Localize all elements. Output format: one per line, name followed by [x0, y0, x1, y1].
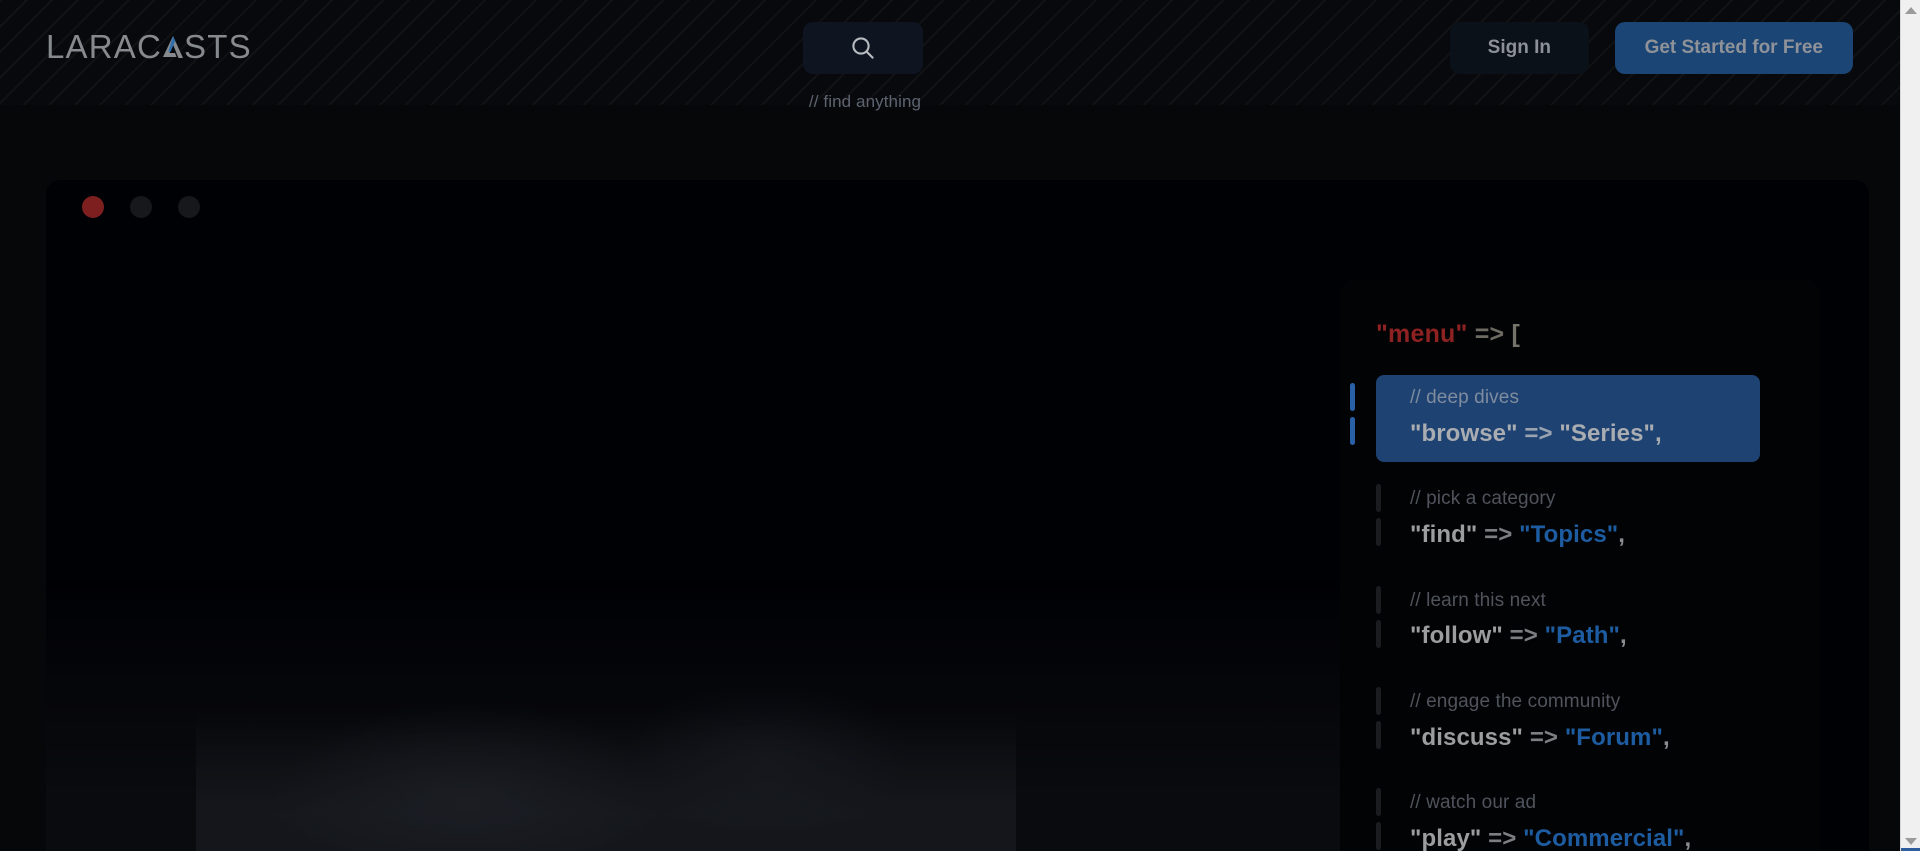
code-menu-list: // deep dives "browse" => "Series", // p… — [1350, 375, 1820, 851]
scrollbar-up-button[interactable] — [1901, 0, 1920, 20]
menu-item-discuss[interactable]: // engage the community "discuss" => "Fo… — [1376, 679, 1760, 766]
menu-item-play[interactable]: // watch our ad "play" => "Commercial", — [1376, 780, 1760, 851]
menu-item-key: "find" — [1410, 520, 1478, 548]
close-dot[interactable] — [82, 196, 104, 218]
code-menu-panel: "menu" => [ // deep dives "browse" => "S… — [1340, 280, 1820, 851]
item-marker-bars — [1350, 383, 1355, 445]
code-menu-arrow: => — [1467, 320, 1512, 348]
sign-in-button[interactable]: Sign In — [1449, 22, 1589, 74]
hero-card: POWER TO THE MODERN DEVELOPER. "menu" =>… — [46, 180, 1869, 851]
hero-headline: POWER TO THE MODERN DEVELOPER. — [141, 395, 1114, 851]
menu-item-code: "browse" => "Series", — [1410, 417, 1760, 452]
search-icon — [850, 35, 876, 61]
menu-item-comment: // learn this next — [1410, 589, 1546, 611]
menu-item-arrow: => — [1517, 419, 1560, 447]
menu-item-find[interactable]: // pick a category "find" => "Topics", — [1376, 476, 1760, 563]
menu-item-code: "find" => "Topics", — [1410, 518, 1760, 553]
triangle-up-icon — [1904, 6, 1917, 14]
get-started-button[interactable]: Get Started for Free — [1614, 22, 1853, 74]
item-marker-bars — [1376, 687, 1381, 750]
menu-item-code: "play" => "Commercial", — [1410, 822, 1760, 851]
menu-item-key: "discuss" — [1410, 723, 1524, 751]
menu-item-key: "play" — [1410, 824, 1482, 851]
menu-item-arrow: => — [1502, 622, 1545, 650]
menu-item-code: "follow" => "Path", — [1410, 619, 1760, 654]
logo-text-prefix: LARAC — [46, 28, 163, 65]
laracasts-logo[interactable]: LARAC STS — [46, 28, 252, 66]
logo-wordmark: LARAC STS — [46, 28, 252, 66]
menu-item-arrow: => — [1481, 824, 1524, 851]
triangle-a-mark-icon — [161, 34, 185, 60]
menu-item-comment: // pick a category — [1410, 488, 1556, 510]
menu-item-comma: , — [1662, 723, 1670, 751]
menu-item-value: "Series" — [1559, 419, 1655, 447]
menu-item-value: "Topics" — [1519, 520, 1619, 548]
menu-item-value: "Path" — [1544, 622, 1621, 650]
menu-item-follow[interactable]: // learn this next "follow" => "Path", — [1376, 578, 1760, 665]
logo-text-suffix: STS — [184, 28, 252, 65]
page-root: LARAC STS // find anything Sign In Get S… — [0, 0, 1900, 851]
menu-item-key: "browse" — [1410, 419, 1518, 447]
menu-item-code: "discuss" => "Forum", — [1410, 721, 1760, 756]
triangle-down-icon — [1904, 837, 1917, 845]
headline-line-1: POWER TO — [141, 620, 927, 775]
menu-item-comma: , — [1684, 824, 1692, 851]
menu-item-comment: // deep dives — [1410, 387, 1520, 408]
search-button[interactable] — [803, 22, 923, 74]
window-controls — [82, 196, 200, 218]
menu-item-comment: // watch our ad — [1410, 792, 1537, 814]
code-menu-key: "menu" — [1376, 320, 1468, 348]
menu-item-browse[interactable]: // deep dives "browse" => "Series", — [1350, 375, 1760, 463]
menu-item-arrow: => — [1477, 520, 1520, 548]
code-open-bracket: [ — [1511, 320, 1521, 348]
item-marker-bars — [1376, 585, 1381, 648]
code-open-line: "menu" => [ — [1376, 320, 1820, 349]
menu-item-comma: , — [1618, 520, 1626, 548]
menu-item-value: "Commercial" — [1523, 824, 1685, 851]
menu-item-arrow: => — [1523, 723, 1565, 751]
menu-item-key: "follow" — [1410, 622, 1503, 650]
item-marker-bars — [1376, 484, 1381, 547]
menu-item-comma: , — [1620, 622, 1627, 650]
site-header: LARAC STS // find anything Sign In Get S… — [0, 0, 1900, 111]
menu-item-comma: , — [1655, 419, 1662, 447]
maximize-dot[interactable] — [178, 196, 200, 218]
search-hint-label: // find anything — [808, 92, 922, 111]
menu-item-value: "Forum" — [1564, 723, 1663, 751]
page-scrollbar[interactable] — [1900, 0, 1920, 851]
minimize-dot[interactable] — [130, 196, 152, 218]
item-marker-bars — [1376, 788, 1381, 851]
menu-item-comment: // engage the community — [1410, 691, 1621, 713]
